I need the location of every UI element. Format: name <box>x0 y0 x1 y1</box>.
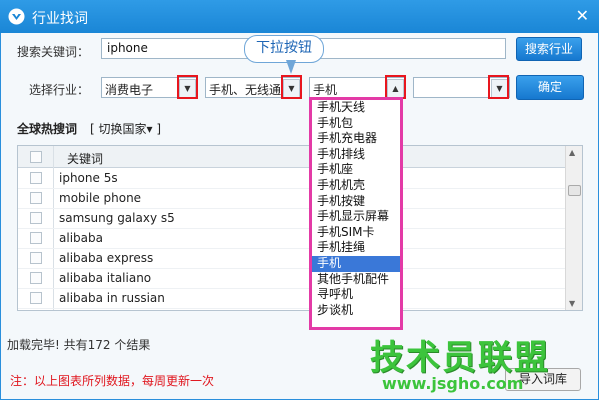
confirm-button[interactable]: 确定 <box>516 75 584 100</box>
industry-level2-value: 手机、无线通 <box>209 83 282 97</box>
close-icon[interactable]: ✕ <box>576 6 589 25</box>
keyword-cell: alibaba italiano <box>59 271 152 285</box>
dropdown-button-callout: 下拉按钮 <box>244 35 324 63</box>
title-bar: 行业找词 ✕ <box>0 0 599 33</box>
column-header-keyword: 关键词 <box>67 152 104 166</box>
keyword-cell: alibaba in russian <box>59 291 165 305</box>
dropdown-option[interactable]: 手机 <box>312 255 400 272</box>
table-row[interactable]: samsung galaxy s5 <box>18 208 566 229</box>
table-row[interactable]: alibaba italiano <box>18 268 566 289</box>
search-label: 搜索关键词： <box>17 45 90 59</box>
dropdown-option[interactable]: 手机机壳 <box>312 178 400 194</box>
industry-label: 选择行业： <box>29 83 90 97</box>
watermark: 技术员联盟 www.jsgho.com <box>370 330 560 400</box>
chevron-down-icon[interactable]: ▼ <box>179 79 196 97</box>
keyword-cell: mobile phone <box>59 191 142 205</box>
app-logo-icon <box>8 8 25 25</box>
row-checkbox[interactable] <box>30 172 42 184</box>
table-scrollbar[interactable]: ▲ ▼ <box>565 146 582 310</box>
table-header: 关键词 <box>18 146 566 168</box>
table-row[interactable]: iphone 5s <box>18 168 566 189</box>
row-checkbox[interactable] <box>30 192 42 204</box>
dropdown-option[interactable]: 手机充电器 <box>312 131 400 147</box>
watermark-url: www.jsgho.com <box>382 374 524 393</box>
search-input-value: iphone <box>107 41 148 55</box>
dropdown-option[interactable]: 寻呼机 <box>312 287 400 303</box>
dropdown-option[interactable]: 手机显示屏幕 <box>312 209 400 225</box>
chevron-up-icon[interactable]: ▲ <box>387 79 404 97</box>
industry-level1-value: 消费电子 <box>105 83 154 97</box>
keyword-cell: alibaba <box>59 231 103 245</box>
keyword-table: 关键词 iphone 5s mobile phone samsung galax… <box>17 145 583 311</box>
window-title: 行业找词 <box>32 11 88 27</box>
dropdown-option[interactable]: 手机挂绳 <box>312 240 400 256</box>
table-row[interactable]: alibaba express <box>18 248 566 269</box>
dropdown-option[interactable]: 步谈机 <box>312 303 400 319</box>
status-text: 加载完毕! 共有172 个结果 <box>7 338 151 352</box>
watermark-text: 技术员联盟 <box>370 338 550 378</box>
search-industry-button[interactable]: 搜索行业 <box>516 37 582 61</box>
row-checkbox[interactable] <box>30 292 42 304</box>
industry-level2-select[interactable]: 手机、无线通 ▼ <box>205 77 302 98</box>
dropdown-option[interactable]: 手机天线 <box>312 100 400 116</box>
keyword-cell: iphone 5s <box>59 171 118 185</box>
dropdown-option[interactable]: 手机SIM卡 <box>312 225 400 241</box>
table-row[interactable]: alibaba in russian <box>18 288 566 309</box>
row-checkbox[interactable] <box>30 212 42 224</box>
chevron-down-icon[interactable]: ▼ <box>491 79 508 97</box>
chevron-down-icon[interactable]: ▼ <box>283 79 300 97</box>
hot-keywords-title: 全球热搜词 <box>17 122 78 136</box>
update-note: 注：以上图表所列数据，每周更新一次 <box>10 374 215 388</box>
dropdown-option[interactable]: 手机排线 <box>312 147 400 163</box>
industry-dropdown-list: 手机天线 手机包 手机充电器 手机排线 手机座 手机机壳 手机按键 手机显示屏幕 手机SIM卡手… <box>309 97 403 330</box>
industry-level4-select[interactable]: ▼ <box>413 77 510 98</box>
keyword-cell: alibaba express <box>59 251 154 265</box>
select-all-checkbox[interactable] <box>30 151 42 163</box>
industry-level3-select[interactable]: 手机 ▲ <box>309 77 406 98</box>
switch-country-link[interactable]: [ 切换国家▾ ] <box>90 120 161 137</box>
dropdown-option[interactable]: 其他手机配件 <box>312 272 400 288</box>
row-checkbox[interactable] <box>30 232 42 244</box>
industry-level1-select[interactable]: 消费电子 ▼ <box>101 77 198 98</box>
dropdown-option[interactable]: 手机座 <box>312 162 400 178</box>
callout-pointer <box>286 60 296 74</box>
scroll-down-icon[interactable]: ▼ <box>569 299 575 308</box>
table-row[interactable]: mobile phone <box>18 188 566 209</box>
scrollbar-thumb[interactable] <box>568 185 581 196</box>
industry-level3-value: 手机 <box>313 83 338 97</box>
dropdown-option[interactable]: 手机包 <box>312 116 400 132</box>
scroll-up-icon[interactable]: ▲ <box>569 148 575 157</box>
table-row[interactable]: alibaba <box>18 228 566 249</box>
dropdown-option[interactable]: 手机按键 <box>312 194 400 210</box>
row-checkbox[interactable] <box>30 252 42 264</box>
keyword-cell: samsung galaxy s5 <box>59 211 175 225</box>
row-checkbox[interactable] <box>30 272 42 284</box>
